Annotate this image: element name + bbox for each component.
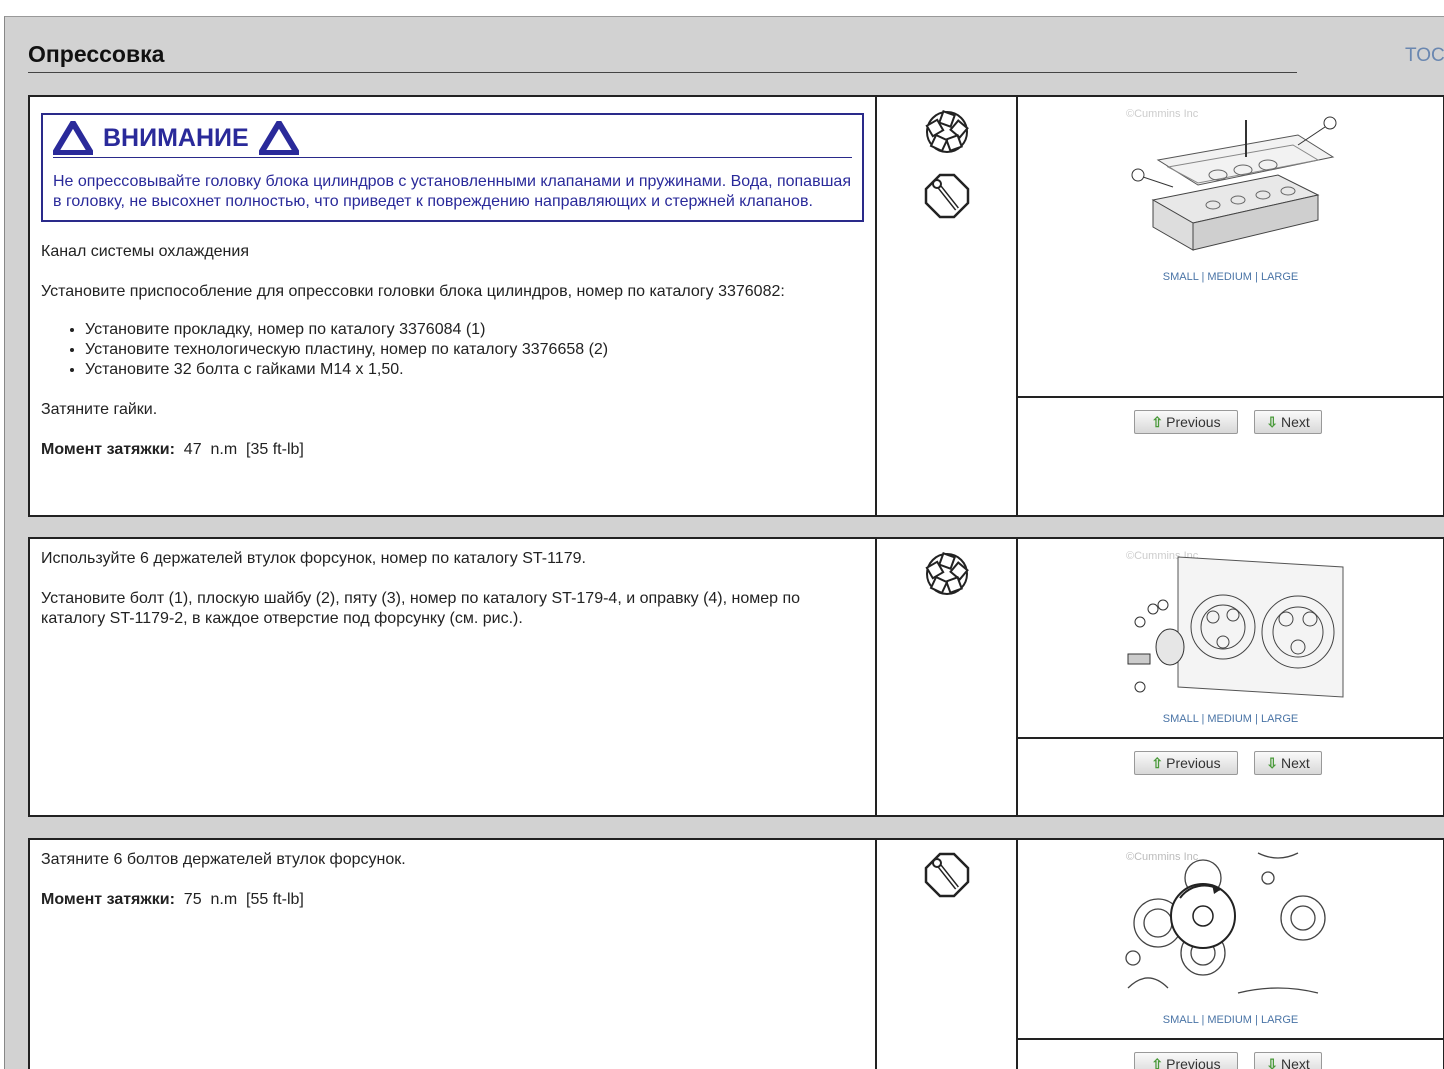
image-watermark: ©Cummins Inc <box>1126 108 1199 120</box>
torque-spec: Момент затяжки: 75 n.m [55 ft-lb] <box>41 890 864 910</box>
next-button[interactable]: ⇩ Next <box>1254 751 1322 775</box>
warning-box: ВНИМАНИЕ Не опрессовывайте головку блока… <box>41 113 864 222</box>
list-item: Установите прокладку, номер по каталогу … <box>85 320 864 340</box>
torque-value: 75 <box>183 891 202 908</box>
toc-link[interactable]: TOC <box>1405 45 1444 67</box>
torque-spec: Момент затяжки: 47 n.m [35 ft-lb] <box>41 440 864 460</box>
torque-imperial: [55 ft-lb] <box>246 891 304 908</box>
torque-label: Момент затяжки: <box>41 891 175 908</box>
torque-unit: n.m <box>210 441 238 458</box>
step-2-icons <box>877 539 1018 815</box>
image-watermark: ©Cummins Inc <box>1126 851 1199 863</box>
image-size-links[interactable]: SMALL | MEDIUM | LARGE <box>1018 713 1443 725</box>
warning-title: ВНИМАНИЕ <box>103 123 249 152</box>
list-item: Установите 32 болта с гайками М14 x 1,50… <box>85 360 864 380</box>
step-3-icons <box>877 840 1018 1069</box>
previous-button[interactable]: ⇧ Previous <box>1134 751 1238 775</box>
title-rule <box>28 72 1297 73</box>
figure-panel: ©Cummins Inc SMALL | MEDIUM | LARGE <box>1018 840 1443 1040</box>
page: Опрессовка TOC ВНИМАНИЕ Не опрессовывайт… <box>4 16 1444 1069</box>
page-title: Опрессовка <box>28 41 165 67</box>
step-3: Затяните 6 болтов держателей втулок форс… <box>28 838 1444 1069</box>
image-size-links[interactable]: SMALL | MEDIUM | LARGE <box>1018 271 1443 283</box>
figure-panel: ©Cummins Inc SMALL | MEDIUM | LARGE <box>1018 539 1443 739</box>
arrow-up-icon: ⇧ <box>1151 414 1164 430</box>
step-paragraph: Канал системы охлаждения <box>41 243 249 260</box>
injector-sleeve-holder-figure: ©Cummins Inc <box>1126 550 1344 698</box>
previous-label: Previous <box>1166 1056 1221 1069</box>
bullet-list: Установите прокладку, номер по каталогу … <box>41 320 864 380</box>
parts-icon <box>925 552 969 595</box>
torque-wrench-icon <box>924 852 970 898</box>
step-3-text: Затяните 6 болтов держателей втулок форс… <box>30 840 877 1069</box>
step-paragraph: Установите болт (1), плоскую шайбу (2), … <box>41 590 801 627</box>
step-2: Используйте 6 держателей втулок форсунок… <box>28 537 1444 817</box>
parts-icon <box>925 110 969 153</box>
step-paragraph: Установите приспособление для опрессовки… <box>41 283 785 300</box>
step-2-figure: ©Cummins Inc SMALL | MEDIUM | LARGE ⇧ Pr… <box>1018 539 1443 815</box>
step-paragraph: Используйте 6 держателей втулок форсунок… <box>41 550 586 567</box>
arrow-down-icon: ⇩ <box>1266 1056 1278 1069</box>
torque-wrench-icon <box>924 173 970 219</box>
torque-imperial: [35 ft-lb] <box>246 441 304 458</box>
warning-triangle-icon <box>258 121 299 155</box>
step-1: ВНИМАНИЕ Не опрессовывайте головку блока… <box>28 95 1444 517</box>
next-label: Next <box>1280 755 1310 771</box>
previous-label: Previous <box>1166 414 1221 430</box>
step-1-icons <box>877 97 1018 515</box>
injector-bolt-tightening-figure: ©Cummins Inc <box>1125 851 1326 994</box>
list-item: Установите технологическую пластину, ном… <box>85 340 864 360</box>
torque-unit: n.m <box>210 891 238 908</box>
previous-button[interactable]: ⇧ Previous <box>1134 1052 1238 1069</box>
previous-label: Previous <box>1166 755 1221 771</box>
torque-value: 47 <box>183 441 202 458</box>
step-2-text: Используйте 6 держателей втулок форсунок… <box>30 539 877 815</box>
torque-label: Момент затяжки: <box>41 441 175 458</box>
next-button[interactable]: ⇩ Next <box>1254 410 1322 434</box>
cylinder-head-test-plate-figure: ©Cummins Inc <box>1126 108 1337 251</box>
next-button[interactable]: ⇩ Next <box>1254 1052 1322 1069</box>
step-3-figure: ©Cummins Inc SMALL | MEDIUM | LARGE ⇧ Pr… <box>1018 840 1443 1069</box>
step-paragraph: Затяните 6 болтов держателей втулок форс… <box>41 851 406 868</box>
step-paragraph: Затяните гайки. <box>41 401 158 418</box>
image-size-links[interactable]: SMALL | MEDIUM | LARGE <box>1018 1014 1443 1026</box>
arrow-up-icon: ⇧ <box>1151 755 1164 771</box>
arrow-down-icon: ⇩ <box>1266 414 1278 430</box>
arrow-up-icon: ⇧ <box>1151 1056 1164 1069</box>
arrow-down-icon: ⇩ <box>1266 755 1278 771</box>
next-label: Next <box>1280 1056 1310 1069</box>
next-label: Next <box>1280 414 1310 430</box>
warning-text: Не опрессовывайте головку блока цилиндро… <box>53 173 851 210</box>
warning-triangle-icon <box>53 121 93 155</box>
figure-panel: ©Cummins Inc SMALL | MEDIUM | LARGE <box>1018 97 1443 398</box>
step-1-figure: ©Cummins Inc SMALL | MEDIUM | LARGE ⇧ Pr… <box>1018 97 1443 515</box>
previous-button[interactable]: ⇧ Previous <box>1134 410 1238 434</box>
warning-header: ВНИМАНИЕ <box>53 121 852 158</box>
step-1-text: ВНИМАНИЕ Не опрессовывайте головку блока… <box>30 97 877 515</box>
